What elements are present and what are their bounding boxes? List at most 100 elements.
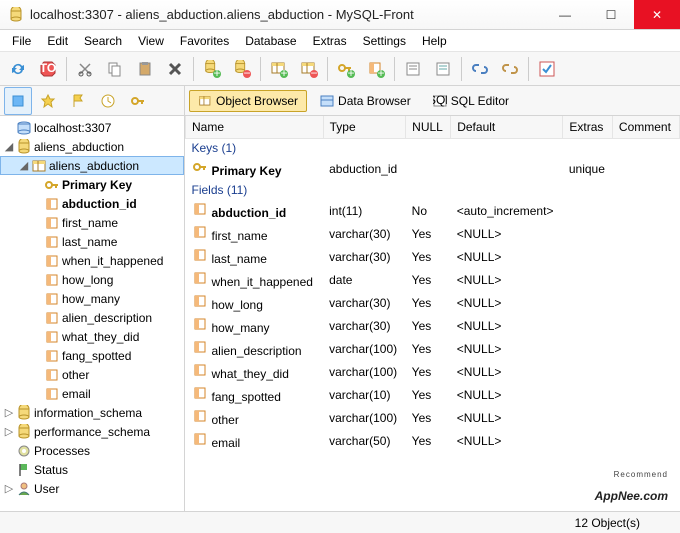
tree-sys-performance-schema[interactable]: ▷performance_schema — [0, 422, 184, 441]
title-bar: localhost:3307 - aliens_abduction.aliens… — [0, 0, 680, 30]
tree-label: alien_description — [62, 311, 152, 325]
i-db-icon — [16, 405, 32, 421]
flag-button[interactable] — [64, 87, 92, 115]
cut-button[interactable] — [71, 55, 99, 83]
new-table-button[interactable]: + — [265, 55, 293, 83]
col-header-name[interactable]: Name — [186, 116, 324, 138]
paste-button[interactable] — [131, 55, 159, 83]
cell: No — [406, 199, 451, 222]
i-col-icon — [44, 253, 60, 269]
grid-row[interactable]: fang_spottedvarchar(10)Yes<NULL> — [186, 383, 680, 406]
tree-col-alien-description[interactable]: alien_description — [0, 308, 184, 327]
check-button[interactable] — [533, 55, 561, 83]
tree-col-abduction-id[interactable]: abduction_id — [0, 194, 184, 213]
tree-label: aliens_abduction — [49, 159, 139, 173]
tree-col-what-they-did[interactable]: what_they_did — [0, 327, 184, 346]
tree-label: other — [62, 368, 89, 382]
menu-settings[interactable]: Settings — [355, 32, 414, 50]
tab-object-browser[interactable]: Object Browser — [189, 90, 307, 112]
menu-edit[interactable]: Edit — [39, 32, 76, 50]
twisty-icon[interactable]: ▷ — [2, 482, 16, 495]
bookmark-button[interactable] — [4, 87, 32, 115]
delete-button[interactable] — [161, 55, 189, 83]
menu-help[interactable]: Help — [414, 32, 455, 50]
twisty-icon[interactable]: ◢ — [17, 159, 31, 172]
fields-grid[interactable]: NameTypeNULLDefaultExtrasComment Keys (1… — [185, 116, 680, 452]
i-key-icon — [44, 177, 60, 193]
cell — [612, 360, 679, 383]
tree-col-how-many[interactable]: how_many — [0, 289, 184, 308]
copy-button[interactable] — [101, 55, 129, 83]
tab-data-browser[interactable]: Data Browser — [311, 90, 420, 112]
menu-file[interactable]: File — [4, 32, 39, 50]
menu-extras[interactable]: Extras — [305, 32, 355, 50]
grid-row[interactable]: othervarchar(100)Yes<NULL> — [186, 406, 680, 429]
col-header-type[interactable]: Type — [323, 116, 406, 138]
tab-sql-editor[interactable]: SQLSQL Editor — [424, 90, 518, 112]
menu-search[interactable]: Search — [76, 32, 130, 50]
tree-col-other[interactable]: other — [0, 365, 184, 384]
tree-label: information_schema — [34, 406, 142, 420]
cell: Yes — [406, 222, 451, 245]
tree-db[interactable]: ◢aliens_abduction — [0, 137, 184, 156]
menu-favorites[interactable]: Favorites — [172, 32, 237, 50]
new-field-button[interactable]: + — [362, 55, 390, 83]
tree-sys-Status[interactable]: Status — [0, 460, 184, 479]
drop-table-button[interactable]: − — [295, 55, 323, 83]
drop-db-button[interactable]: − — [228, 55, 256, 83]
tree-sys-information-schema[interactable]: ▷ information_schema — [0, 403, 184, 422]
twisty-icon[interactable]: ▷ — [2, 406, 16, 419]
refresh-button[interactable] — [4, 55, 32, 83]
tree-col-email[interactable]: email — [0, 384, 184, 403]
grid-row[interactable]: what_they_didvarchar(100)Yes<NULL> — [186, 360, 680, 383]
tree-col-fang-spotted[interactable]: fang_spotted — [0, 346, 184, 365]
key-button[interactable] — [124, 87, 152, 115]
grid-row[interactable]: when_it_happeneddateYes<NULL> — [186, 268, 680, 291]
tree-label: Status — [34, 463, 68, 477]
i-flag-icon — [16, 462, 32, 478]
grid-row[interactable]: how_longvarchar(30)Yes<NULL> — [186, 291, 680, 314]
script2-button[interactable] — [429, 55, 457, 83]
tree-table[interactable]: ◢ aliens_abduction — [0, 156, 184, 175]
grid-row[interactable]: first_namevarchar(30)Yes<NULL> — [186, 222, 680, 245]
col-header-null[interactable]: NULL — [406, 116, 451, 138]
grid-row[interactable]: emailvarchar(50)Yes<NULL> — [186, 429, 680, 452]
cell: varchar(100) — [323, 337, 406, 360]
maximize-button[interactable]: ☐ — [588, 0, 634, 29]
tree-col-last-name[interactable]: last_name — [0, 232, 184, 251]
script-button[interactable] — [399, 55, 427, 83]
menu-view[interactable]: View — [130, 32, 172, 50]
tree-label: last_name — [62, 235, 117, 249]
new-db-button[interactable]: + — [198, 55, 226, 83]
col-header-extras[interactable]: Extras — [563, 116, 613, 138]
minimize-button[interactable]: — — [542, 0, 588, 29]
cell: <NULL> — [451, 337, 563, 360]
cell: email — [186, 429, 324, 452]
close-button[interactable]: ✕ — [634, 0, 680, 29]
stop-button[interactable]: STOP — [34, 55, 62, 83]
twisty-icon[interactable]: ◢ — [2, 140, 16, 153]
tree-host[interactable]: localhost:3307 — [0, 118, 184, 137]
cell: what_they_did — [186, 360, 324, 383]
clock-button[interactable] — [94, 87, 122, 115]
tree-col-how-long[interactable]: how_long — [0, 270, 184, 289]
twisty-icon[interactable]: ▷ — [2, 425, 16, 438]
col-header-comment[interactable]: Comment — [612, 116, 679, 138]
new-key-button[interactable]: + — [332, 55, 360, 83]
star-button[interactable] — [34, 87, 62, 115]
tree-sys-Processes[interactable]: Processes — [0, 441, 184, 460]
grid-row[interactable]: Primary Keyabduction_idunique — [186, 157, 680, 180]
grid-row[interactable]: alien_descriptionvarchar(100)Yes<NULL> — [186, 337, 680, 360]
grid-row[interactable]: last_namevarchar(30)Yes<NULL> — [186, 245, 680, 268]
link2-button[interactable] — [496, 55, 524, 83]
link-button[interactable] — [466, 55, 494, 83]
tree-col-Primary Key[interactable]: Primary Key — [0, 175, 184, 194]
tree-col-when-it-happened[interactable]: when_it_happened — [0, 251, 184, 270]
menu-database[interactable]: Database — [237, 32, 304, 50]
grid-row[interactable]: abduction_idint(11)No<auto_increment> — [186, 199, 680, 222]
col-header-default[interactable]: Default — [451, 116, 563, 138]
tree-sys-User[interactable]: ▷User — [0, 479, 184, 498]
grid-row[interactable]: how_manyvarchar(30)Yes<NULL> — [186, 314, 680, 337]
tree-col-first-name[interactable]: first_name — [0, 213, 184, 232]
nav-tree[interactable]: localhost:3307◢aliens_abduction◢aliens_a… — [0, 116, 185, 511]
